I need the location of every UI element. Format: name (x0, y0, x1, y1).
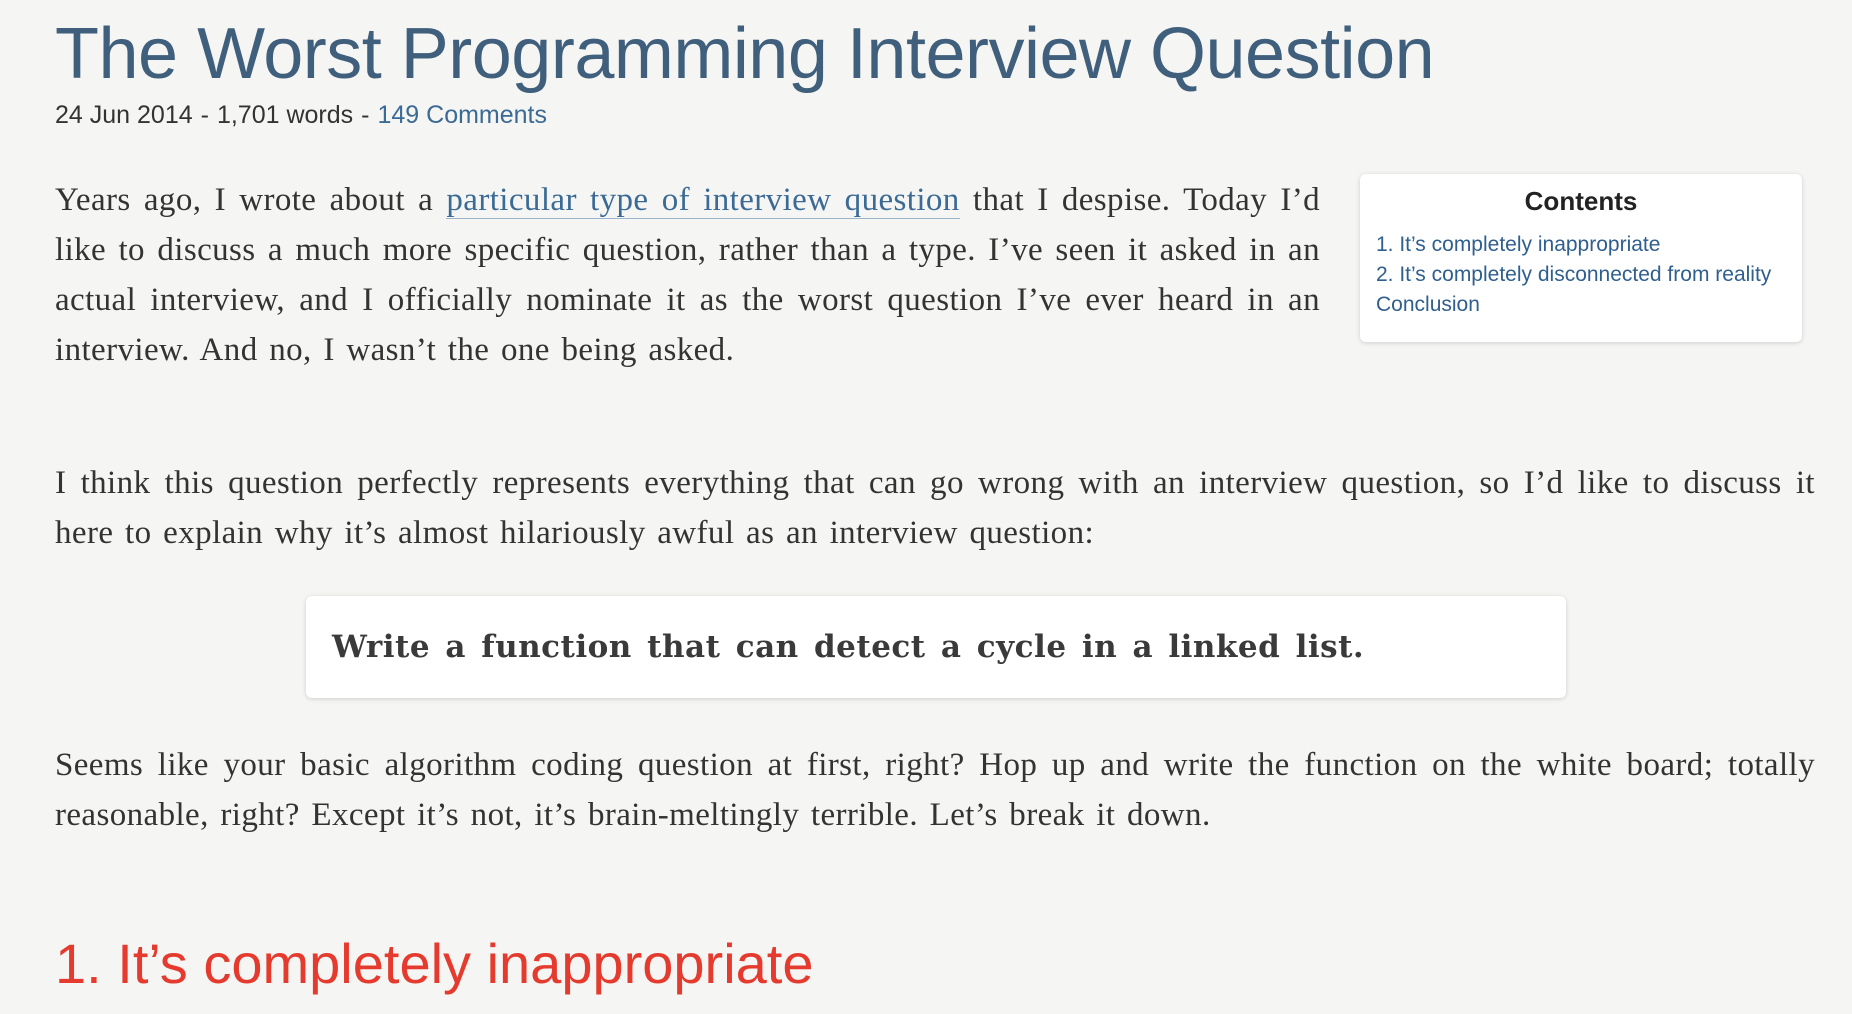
meta-separator: - (361, 101, 370, 129)
meta-separator: - (200, 101, 209, 129)
toc-link-disconnected[interactable]: 2. It’s completely disconnected from rea… (1376, 263, 1771, 286)
toc-item: 1. It’s completely inappropriate (1376, 230, 1786, 260)
table-of-contents: Contents 1. It’s completely inappropriat… (1360, 174, 1802, 342)
toc-item: 2. It’s completely disconnected from rea… (1376, 260, 1786, 290)
third-paragraph: Seems like your basic algorithm coding q… (55, 747, 1815, 833)
toc-link-inappropriate[interactable]: 1. It’s completely inappropriate (1376, 233, 1660, 256)
second-paragraph: I think this question perfectly represen… (55, 465, 1815, 551)
toc-link-conclusion[interactable]: Conclusion (1376, 293, 1480, 316)
toc-list: 1. It’s completely inappropriate 2. It’s… (1376, 230, 1786, 320)
question-text: Write a function that can detect a cycle… (332, 629, 1365, 665)
article-title: The Worst Programming Interview Question (55, 14, 1435, 94)
post-date: 24 Jun 2014 (55, 101, 193, 129)
word-count: 1,701 words (216, 101, 354, 129)
intro-text-start: Years ago, I wrote about a (55, 182, 447, 218)
intro-paragraph: Years ago, I wrote about a particular ty… (55, 175, 1320, 375)
interview-question-type-link[interactable]: particular type of interview question (446, 182, 960, 219)
article-meta: 24 Jun 2014-1,701 words -149 Comments (55, 98, 547, 132)
article-page: The Worst Programming Interview Question… (0, 0, 1852, 1014)
toc-item: Conclusion (1376, 290, 1786, 320)
toc-title: Contents (1524, 186, 1638, 216)
comments-link[interactable]: 149 Comments (377, 101, 547, 129)
question-callout: Write a function that can detect a cycle… (306, 596, 1566, 698)
section-heading: 1. It’s completely inappropriate (55, 932, 814, 995)
